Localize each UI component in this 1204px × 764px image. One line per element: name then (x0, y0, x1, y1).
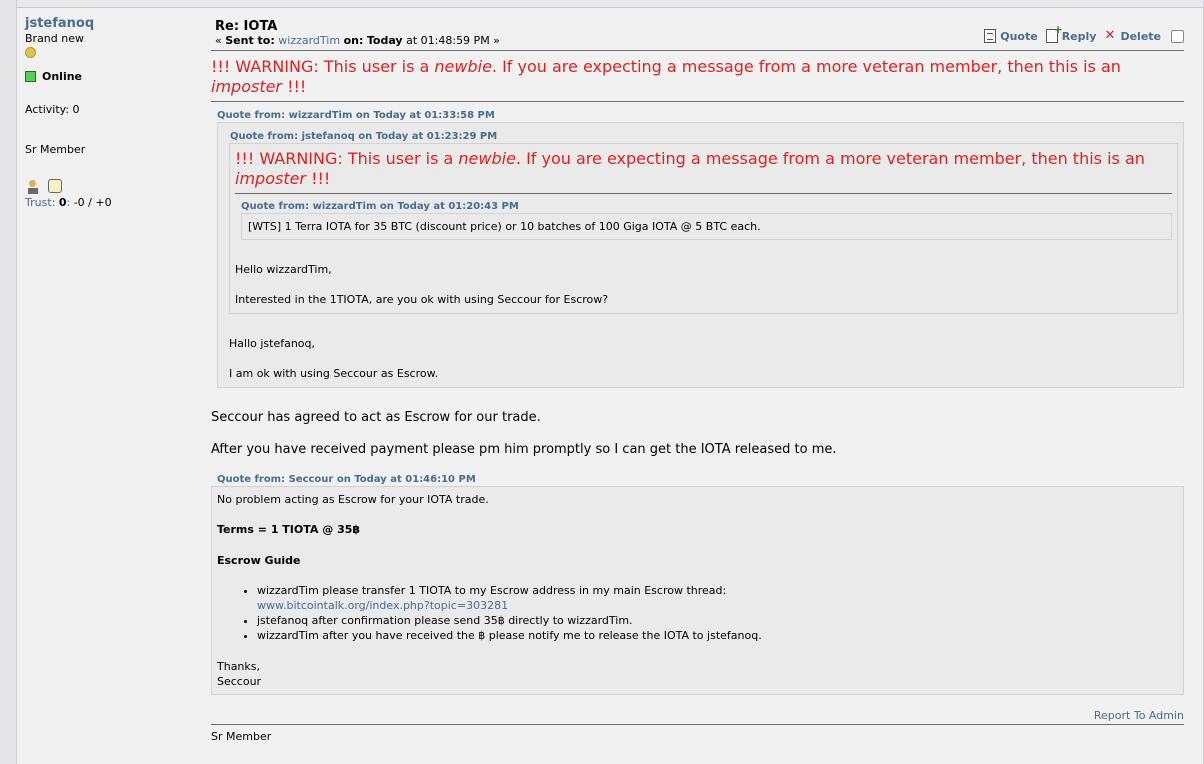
quoted-warning-end: !!! (306, 169, 331, 188)
poster-info: jstefanoq Brand new Online Activity: 0 S… (25, 16, 205, 209)
quote-4-thanks: Thanks, (217, 660, 261, 673)
quote-header-4[interactable]: Quote from: Seccour on Today at 01:46:10… (217, 474, 476, 485)
warning-text: !!! WARNING: This user is a (211, 57, 435, 76)
escrow-guide-list: wizzardTim please transfer 1 TIOTA to my… (217, 583, 1178, 643)
quote-4-sign: Seccour (217, 675, 262, 688)
newbie-warning: !!! WARNING: This user is a newbie. If y… (211, 57, 1184, 97)
personal-message-icon[interactable] (48, 179, 62, 193)
on-label: on: (343, 34, 364, 47)
poster-rank: Brand new (25, 32, 84, 45)
escrow-guide-heading: Escrow Guide (217, 554, 301, 567)
quoted-warning: !!! WARNING: This user is a newbie. If y… (235, 149, 1172, 189)
delete-icon (1104, 28, 1116, 43)
message-column: Re: IOTA « Sent to: wizzardTim on: Today… (211, 19, 1184, 743)
trust-value: 0 (58, 196, 67, 209)
body-line1: Seccour has agreed to act as Escrow for … (211, 410, 541, 425)
quoted-divider (235, 193, 1172, 194)
reply-label: Reply (1061, 29, 1097, 43)
guide-item-2: jstefanoq after confirmation please send… (257, 613, 1178, 628)
select-checkbox[interactable] (1171, 29, 1184, 43)
sent-time: at 01:48:59 PM » (402, 34, 500, 47)
rank-coin-icon (25, 47, 36, 58)
quote-header-3[interactable]: Quote from: wizzardTim on Today at 01:20… (241, 201, 519, 212)
guide-item-3: wizzardTim after you have received the ฿… (257, 628, 1178, 643)
online-status: Online (25, 70, 205, 83)
trust-score: Trust: 0: -0 / +0 (25, 196, 112, 209)
reply-button[interactable]: Reply (1045, 23, 1097, 43)
quote-1-line1: Hallo jstefanoq, (229, 337, 316, 350)
quoted-warning-mid: . If you are expecting a message from a … (515, 149, 1145, 168)
quote-3-text: [WTS] 1 Terra IOTA for 35 BTC (discount … (248, 220, 761, 233)
reply-icon (1045, 23, 1063, 43)
sent-prefix: « (215, 34, 226, 47)
body-line2: After you have received payment please p… (211, 442, 837, 457)
signature-divider (211, 724, 1184, 725)
report-to-admin-link[interactable]: Report To Admin (211, 709, 1184, 722)
quote-1-line2: I am ok with using Seccour as Escrow. (229, 367, 439, 380)
message-actions: Quote Reply Delete (976, 23, 1184, 43)
quote-box-1: Quote from: jstefanoq on Today at 01:23:… (217, 122, 1184, 388)
trust-label[interactable]: Trust (25, 196, 52, 209)
quoted-warning-text: !!! WARNING: This user is a (235, 149, 459, 168)
trust-feedback: -0 / +0 (73, 196, 112, 209)
guide-item-1: wizzardTim please transfer 1 TIOTA to my… (257, 583, 1178, 613)
quote-2-line2: Interested in the 1TIOTA, are you ok wit… (235, 293, 609, 306)
quote-button[interactable]: Quote (984, 29, 1038, 43)
forum-post-area: jstefanoq Brand new Online Activity: 0 S… (16, 0, 1204, 764)
escrow-thread-link[interactable]: www.bitcointalk.org/index.php?topic=3032… (257, 599, 508, 612)
warning-text-mid: . If you are expecting a message from a … (491, 57, 1121, 76)
escrow-terms: Terms = 1 TIOTA @ 35฿ (217, 523, 361, 536)
poster-title: Sr Member (25, 143, 86, 156)
warning-imposter: imposter (211, 77, 283, 96)
warning-divider (211, 101, 1184, 102)
warning-text-end: !!! (282, 77, 307, 96)
online-label: Online (42, 70, 83, 83)
quote-box-3: [WTS] 1 Terra IOTA for 35 BTC (discount … (241, 213, 1172, 240)
quote-icon (984, 29, 997, 43)
quote-2-line1: Hello wizzardTim, (235, 263, 332, 276)
quoted-warning-imposter: imposter (235, 169, 307, 188)
header-divider (211, 50, 1184, 51)
sent-to-label: Sent to: (225, 34, 275, 47)
quote-header-2[interactable]: Quote from: jstefanoq on Today at 01:23:… (230, 131, 497, 142)
quote-header-1[interactable]: Quote from: wizzardTim on Today at 01:33… (217, 110, 495, 121)
quote-4-line1: No problem acting as Escrow for your IOT… (217, 493, 489, 506)
quote-box-2: !!! WARNING: This user is a newbie. If y… (229, 143, 1178, 314)
guide-item-1-text: wizzardTim please transfer 1 TIOTA to my… (257, 584, 727, 597)
recipient-link[interactable]: wizzardTim (278, 34, 340, 47)
quote-box-4: No problem acting as Escrow for your IOT… (211, 486, 1184, 695)
delete-button[interactable]: Delete (1104, 28, 1161, 43)
warning-newbie: newbie (434, 57, 492, 76)
poster-username[interactable]: jstefanoq (25, 16, 205, 31)
poster-icons (25, 179, 205, 194)
delete-label: Delete (1120, 29, 1161, 43)
sent-date: Today (366, 34, 403, 47)
online-icon (25, 71, 36, 82)
profile-icon[interactable] (25, 179, 40, 194)
quote-label: Quote (1000, 29, 1038, 43)
quoted-warning-newbie: newbie (458, 149, 516, 168)
signature: Sr Member (211, 730, 272, 743)
poster-activity: Activity: 0 (25, 103, 80, 116)
